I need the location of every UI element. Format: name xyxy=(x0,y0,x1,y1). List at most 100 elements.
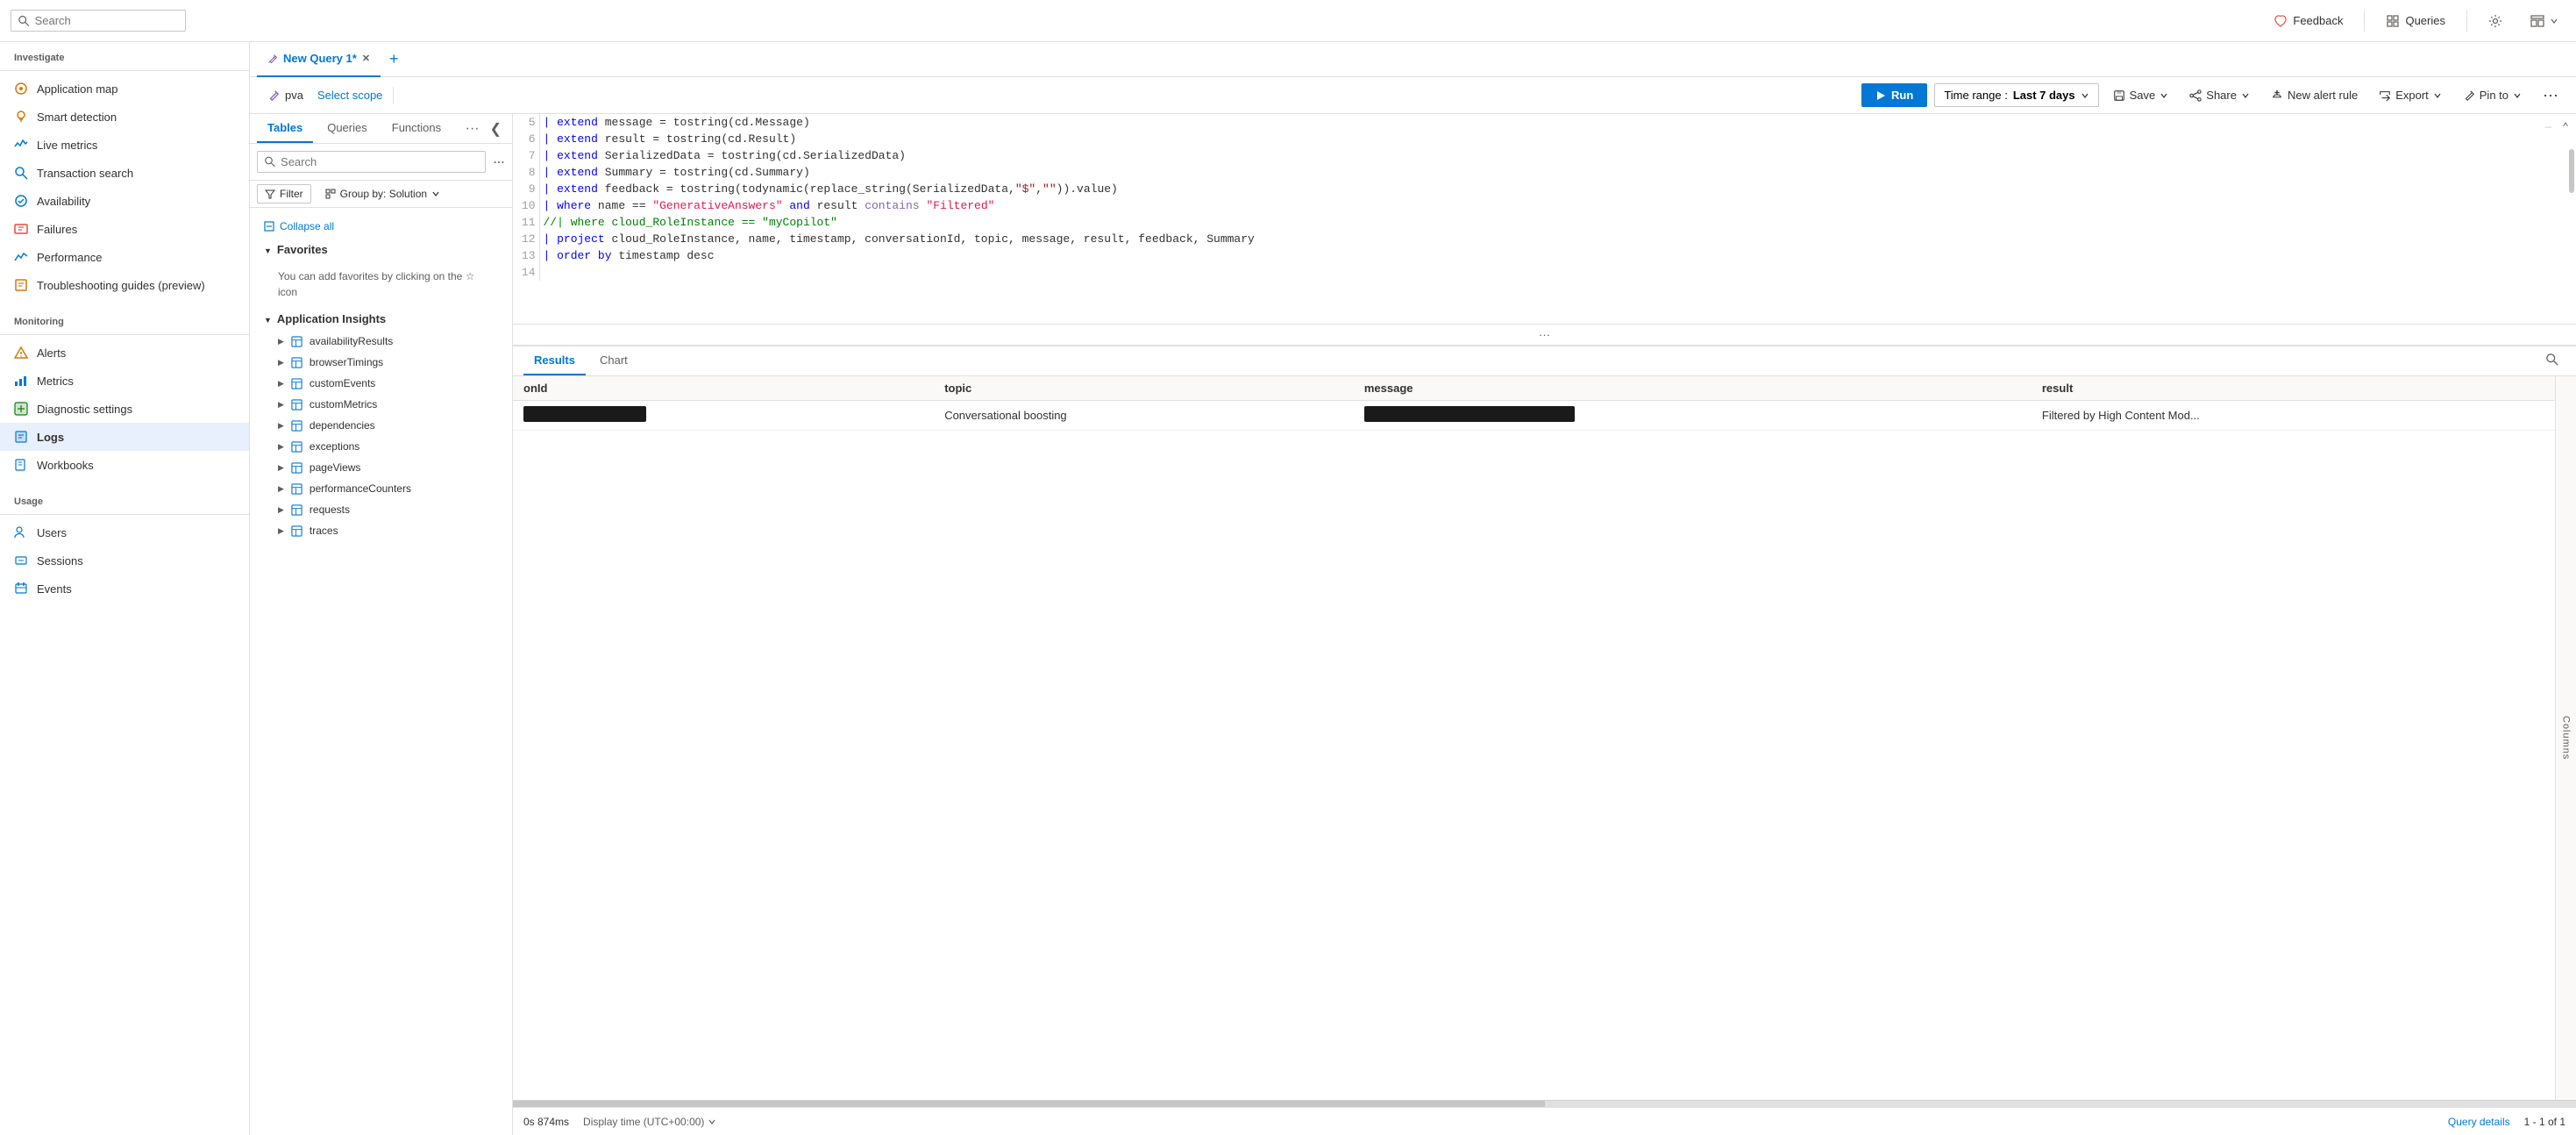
results-search-button[interactable] xyxy=(2539,346,2565,375)
middle-row: Tables Queries Functions ··· ❮ xyxy=(250,114,2576,1135)
show-more-code-button[interactable]: ··· xyxy=(513,325,2576,346)
sidebar-item-troubleshooting[interactable]: Troubleshooting guides (preview) xyxy=(0,271,249,299)
tab-label: New Query 1* xyxy=(283,52,357,65)
group-by-button[interactable]: Group by: Solution xyxy=(318,185,447,203)
sidebar-item-live-metrics[interactable]: Live metrics xyxy=(0,131,249,159)
alert-icon xyxy=(14,346,28,360)
tab-close-button[interactable]: ✕ xyxy=(362,53,370,64)
code-editor[interactable]: 5 | extend message = tostring(cd.Message… xyxy=(513,114,2576,325)
sidebar-item-label: Logs xyxy=(37,431,64,444)
global-search-input[interactable] xyxy=(35,14,178,27)
results-area: Results Chart onId to xyxy=(513,346,2576,1107)
tab-queries[interactable]: Queries xyxy=(317,114,378,143)
table-item-traces[interactable]: traces xyxy=(250,520,512,541)
sidebar-item-sessions[interactable]: Sessions xyxy=(0,546,249,575)
select-scope-link[interactable]: Select scope xyxy=(317,89,382,102)
tab-functions[interactable]: Functions xyxy=(381,114,452,143)
sidebar-item-label: Troubleshooting guides (preview) xyxy=(37,279,205,292)
results-table-container: onId topic message result C xyxy=(513,376,2555,1100)
results-tab[interactable]: Results xyxy=(523,346,586,375)
code-line-8: 8 | extend Summary = tostring(cd.Summary… xyxy=(513,164,2576,181)
line-number: 14 xyxy=(513,264,539,281)
table-item-browser[interactable]: browserTimings xyxy=(250,352,512,373)
collapse-panel-button[interactable]: ❮ xyxy=(487,117,505,141)
line-number: 9 xyxy=(513,181,539,197)
results-scroll-indicator[interactable] xyxy=(513,1100,2576,1107)
queries-button[interactable]: Queries xyxy=(2379,11,2452,32)
favorites-section-header[interactable]: Favorites xyxy=(250,238,512,261)
expand-icon xyxy=(278,462,284,473)
more-options-button[interactable]: ··· xyxy=(2536,82,2565,108)
collapse-all-button[interactable]: Collapse all xyxy=(250,215,512,238)
new-alert-button[interactable]: New alert rule xyxy=(2264,84,2365,106)
feedback-button[interactable]: Feedback xyxy=(2266,11,2350,32)
sidebar-item-label: Performance xyxy=(37,251,102,264)
filter-button[interactable]: Filter xyxy=(257,184,311,203)
scope-selector[interactable]: pva xyxy=(260,85,310,105)
save-button[interactable]: Save xyxy=(2106,84,2176,106)
more-search-icon[interactable] xyxy=(493,156,505,168)
sidebar-item-users[interactable]: Users xyxy=(0,518,249,546)
share-button[interactable]: Share xyxy=(2182,84,2257,106)
time-range-button[interactable]: Time range : Last 7 days xyxy=(1934,83,2098,107)
tables-search-box[interactable] xyxy=(257,151,486,173)
query-tab-1[interactable]: New Query 1* ✕ xyxy=(257,42,381,77)
run-button[interactable]: Run xyxy=(1861,83,1927,107)
code-content: | where name == "GenerativeAnswers" and … xyxy=(539,197,2576,214)
pin-to-icon xyxy=(2463,89,2475,102)
sidebar-item-failures[interactable]: Failures xyxy=(0,215,249,243)
columns-button[interactable]: Columns xyxy=(2555,376,2576,1100)
sidebar-item-alerts[interactable]: Alerts xyxy=(0,339,249,367)
sidebar-item-application-map[interactable]: Application map xyxy=(0,75,249,103)
table-item-custom-metrics[interactable]: customMetrics xyxy=(250,394,512,415)
code-line-12: 12 | project cloud_RoleInstance, name, t… xyxy=(513,231,2576,247)
book-icon xyxy=(14,458,28,472)
cell-result: Filtered by High Content Mod... xyxy=(2032,401,2555,431)
group-icon xyxy=(325,189,336,199)
table-icon xyxy=(291,441,302,453)
tables-tab-more[interactable]: ··· xyxy=(462,118,483,140)
chart-tab[interactable]: Chart xyxy=(589,346,638,375)
collapse-right-button[interactable]: — xyxy=(2545,121,2551,133)
table-item-page-views[interactable]: pageViews xyxy=(250,457,512,478)
display-time-selector[interactable]: Display time (UTC+00:00) xyxy=(583,1116,716,1128)
share-icon xyxy=(2189,89,2202,102)
sidebar-item-logs[interactable]: Logs xyxy=(0,423,249,451)
app-insights-header[interactable]: Application Insights xyxy=(250,307,512,331)
table-item-perf-counters[interactable]: performanceCounters xyxy=(250,478,512,499)
sidebar-item-diagnostic[interactable]: Diagnostic settings xyxy=(0,395,249,423)
export-button[interactable]: Export xyxy=(2372,84,2449,106)
table-item-requests[interactable]: requests xyxy=(250,499,512,520)
tables-search-input[interactable] xyxy=(281,155,478,168)
table-row[interactable]: Conversational boosting Filtered by High… xyxy=(513,401,2555,431)
sidebar-item-events[interactable]: Events xyxy=(0,575,249,603)
code-content: | project cloud_RoleInstance, name, time… xyxy=(539,231,2576,247)
sidebar-item-performance[interactable]: Performance xyxy=(0,243,249,271)
layout-button[interactable] xyxy=(2523,11,2565,32)
map-icon xyxy=(14,82,28,96)
logs-icon xyxy=(14,430,28,444)
results-tabs: Results Chart xyxy=(513,346,2576,376)
divider xyxy=(2364,11,2365,32)
sidebar-item-smart-detection[interactable]: Smart detection xyxy=(0,103,249,131)
code-content: //| where cloud_RoleInstance == "myCopil… xyxy=(539,214,2576,231)
sidebar-item-metrics[interactable]: Metrics xyxy=(0,367,249,395)
sidebar-item-workbooks[interactable]: Workbooks xyxy=(0,451,249,479)
add-tab-button[interactable]: + xyxy=(384,50,404,68)
global-search-box[interactable] xyxy=(11,10,186,32)
pin-to-button[interactable]: Pin to xyxy=(2456,84,2529,106)
settings-button[interactable] xyxy=(2481,11,2509,32)
table-item-custom-events[interactable]: customEvents xyxy=(250,373,512,394)
table-item-exceptions[interactable]: exceptions xyxy=(250,436,512,457)
tab-tables[interactable]: Tables xyxy=(257,114,313,143)
sidebar-item-transaction-search[interactable]: Transaction search xyxy=(0,159,249,187)
collapse-editor-button[interactable]: ⌃ xyxy=(2562,121,2569,134)
sidebar-item-availability[interactable]: Availability xyxy=(0,187,249,215)
content-area: New Query 1* ✕ + pva Select scope Run Ti… xyxy=(250,42,2576,1135)
sidebar-item-label: Metrics xyxy=(37,375,74,388)
query-details-button[interactable]: Query details xyxy=(2448,1116,2510,1128)
table-item-dependencies[interactable]: dependencies xyxy=(250,415,512,436)
table-item-availability[interactable]: availabilityResults xyxy=(250,331,512,352)
table-name: requests xyxy=(310,503,350,516)
expand-icon xyxy=(278,336,284,346)
